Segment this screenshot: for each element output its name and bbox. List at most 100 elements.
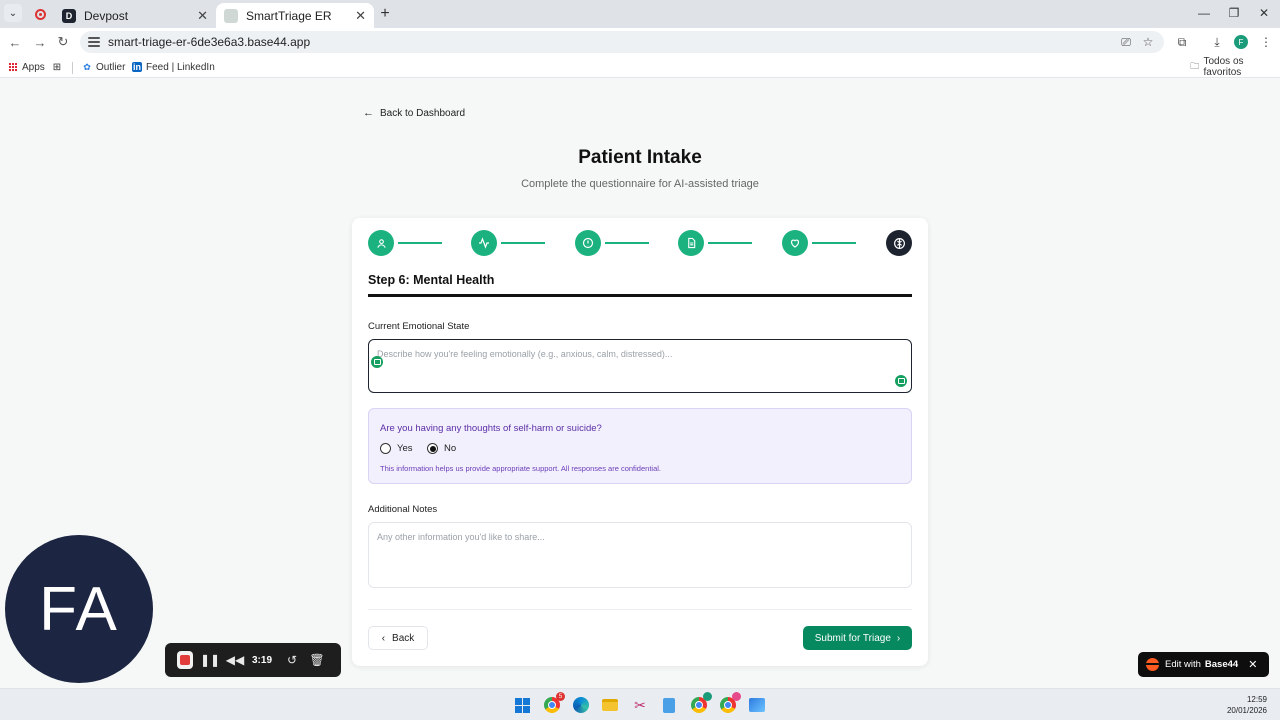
back-button[interactable]: ‹ Back [368, 626, 428, 650]
back-to-dashboard-link[interactable]: ← Back to Dashboard [363, 107, 465, 119]
close-tab-icon[interactable]: ✕ [355, 8, 366, 24]
address-bar[interactable]: smart-triage-er-6de3e6a3.base44.app [80, 31, 1164, 53]
bookmarks-divider [72, 62, 73, 74]
bookmark-apps[interactable]: Apps [8, 60, 45, 74]
record-icon [34, 8, 46, 20]
file-explorer-icon[interactable] [601, 696, 619, 714]
close-icon[interactable]: ✕ [1248, 658, 1257, 671]
radio-no[interactable]: No [427, 443, 456, 454]
emotional-state-textarea[interactable] [368, 339, 912, 393]
bookmarks-bar: Apps ⊞ ✿ Outlier in Feed | LinkedIn 🗀 To… [0, 56, 1280, 78]
install-app-icon[interactable]: ⎚ [1118, 34, 1134, 50]
devpost-favicon: D [62, 8, 76, 23]
progress-stepper [368, 230, 912, 256]
notepad-icon[interactable] [660, 696, 678, 714]
intake-form-card: Step 6: Mental Health Current Emotional … [352, 218, 928, 666]
apps-grid-icon [8, 62, 18, 72]
extensions-icon[interactable]: ⧉ [1174, 34, 1190, 50]
system-clock[interactable]: 12:59 20/01/2026 [1227, 694, 1267, 716]
step-title-underline [368, 294, 912, 297]
restore-icon[interactable]: ❐ [1226, 6, 1242, 20]
self-harm-question-box: Are you having any thoughts of self-harm… [368, 408, 912, 484]
submit-button-label: Submit for Triage [814, 632, 891, 644]
chrome-profile-2-icon[interactable] [719, 692, 741, 714]
submit-for-triage-button[interactable]: Submit for Triage › [803, 626, 912, 650]
pinned-tab-recorder[interactable] [28, 4, 52, 24]
pause-icon[interactable]: ❚❚ [200, 652, 220, 668]
tab-groups-icon: ⊞ [52, 61, 62, 73]
bookmark-star-icon[interactable]: ☆ [1140, 34, 1156, 50]
tab-devpost[interactable]: D Devpost ✕ [54, 3, 216, 28]
bookmark-outlier[interactable]: ✿ Outlier [82, 60, 125, 74]
bookmark-linkedin[interactable]: in Feed | LinkedIn [132, 60, 215, 74]
step-connector [708, 242, 752, 244]
download-icon[interactable]: ⤓ [1209, 34, 1225, 50]
bookmark-label: Apps [22, 61, 45, 73]
snipping-tool-icon[interactable]: ✂ [631, 696, 649, 714]
tab-smarttriage[interactable]: SmartTriage ER ✕ [216, 3, 374, 28]
chevron-left-icon: ‹ [381, 632, 386, 644]
photos-icon[interactable] [748, 696, 766, 714]
tab-search-button[interactable]: ⌄ [4, 4, 22, 22]
chrome-profile-icon[interactable] [690, 692, 712, 714]
browser-toolbar: ← → ↻ smart-triage-er-6de3e6a3.base44.ap… [0, 28, 1280, 56]
tab-title: SmartTriage ER [246, 8, 332, 23]
all-bookmarks-folder[interactable]: 🗀 Todos os favoritos [1190, 56, 1280, 78]
reload-icon[interactable]: ↻ [55, 34, 71, 50]
url-text: smart-triage-er-6de3e6a3.base44.app [108, 35, 311, 49]
form-footer-divider [368, 609, 912, 610]
close-tab-icon[interactable]: ✕ [197, 8, 208, 24]
bookmark-tab-groups[interactable]: ⊞ [52, 60, 66, 74]
radio-yes[interactable]: Yes [380, 443, 413, 454]
plus-icon: + [380, 5, 390, 22]
windows-start-icon[interactable] [513, 696, 531, 714]
activity-icon [479, 237, 489, 249]
stop-recording-button[interactable] [177, 651, 193, 669]
grammarly-icon[interactable] [371, 356, 383, 368]
rewind-icon[interactable]: ◀◀ [226, 652, 244, 668]
step-title: Step 6: Mental Health [368, 273, 495, 287]
step-connector [501, 242, 545, 244]
close-window-icon[interactable]: ✕ [1256, 6, 1272, 20]
site-info-icon[interactable] [88, 37, 100, 47]
forward-arrow-icon[interactable]: → [32, 34, 48, 50]
radio-label: Yes [397, 443, 413, 454]
step-connector [812, 242, 856, 244]
radio-label: No [444, 443, 457, 454]
grammarly-icon[interactable] [895, 375, 907, 387]
folder-icon: 🗀 [1190, 61, 1200, 71]
profile-badge [732, 692, 741, 701]
webcam-avatar: FA [5, 535, 153, 683]
step-4-history[interactable] [678, 230, 704, 256]
additional-notes-textarea[interactable] [368, 522, 912, 588]
restart-icon[interactable]: ↺ [284, 652, 300, 668]
step-connector [398, 242, 442, 244]
clock-date: 20/01/2026 [1226, 706, 1267, 715]
linkedin-icon: in [132, 62, 142, 72]
step-2-vitals[interactable] [471, 230, 497, 256]
edge-icon[interactable] [572, 696, 590, 714]
step-1-personal[interactable] [368, 230, 394, 256]
document-icon [687, 237, 695, 249]
tab-title: Devpost [84, 8, 129, 23]
trash-icon[interactable]: 🗑 [309, 652, 325, 668]
alert-circle-icon [582, 237, 594, 249]
step-6-mental-health[interactable] [886, 230, 912, 256]
minimize-icon[interactable]: — [1196, 6, 1212, 20]
profile-button[interactable]: F [1233, 34, 1249, 50]
step-3-symptoms[interactable] [575, 230, 601, 256]
page-subtitle: Complete the questionnaire for AI-assist… [521, 178, 759, 190]
profile-badge [703, 692, 712, 701]
edit-with-base44-badge[interactable]: Edit with Base44 ✕ [1138, 652, 1269, 677]
page-title: Patient Intake [578, 147, 702, 168]
user-icon [376, 238, 386, 248]
radio-button[interactable] [380, 443, 391, 454]
chrome-taskbar-icon[interactable]: 5 [543, 692, 565, 714]
back-arrow-icon[interactable]: ← [7, 34, 23, 50]
additional-notes-label: Additional Notes [368, 504, 438, 515]
kebab-menu-icon[interactable]: ⋮ [1258, 34, 1274, 50]
step-5-lifestyle[interactable] [782, 230, 808, 256]
radio-button-selected[interactable] [427, 443, 438, 454]
page-favicon [224, 8, 238, 23]
new-tab-button[interactable]: + [376, 5, 394, 23]
